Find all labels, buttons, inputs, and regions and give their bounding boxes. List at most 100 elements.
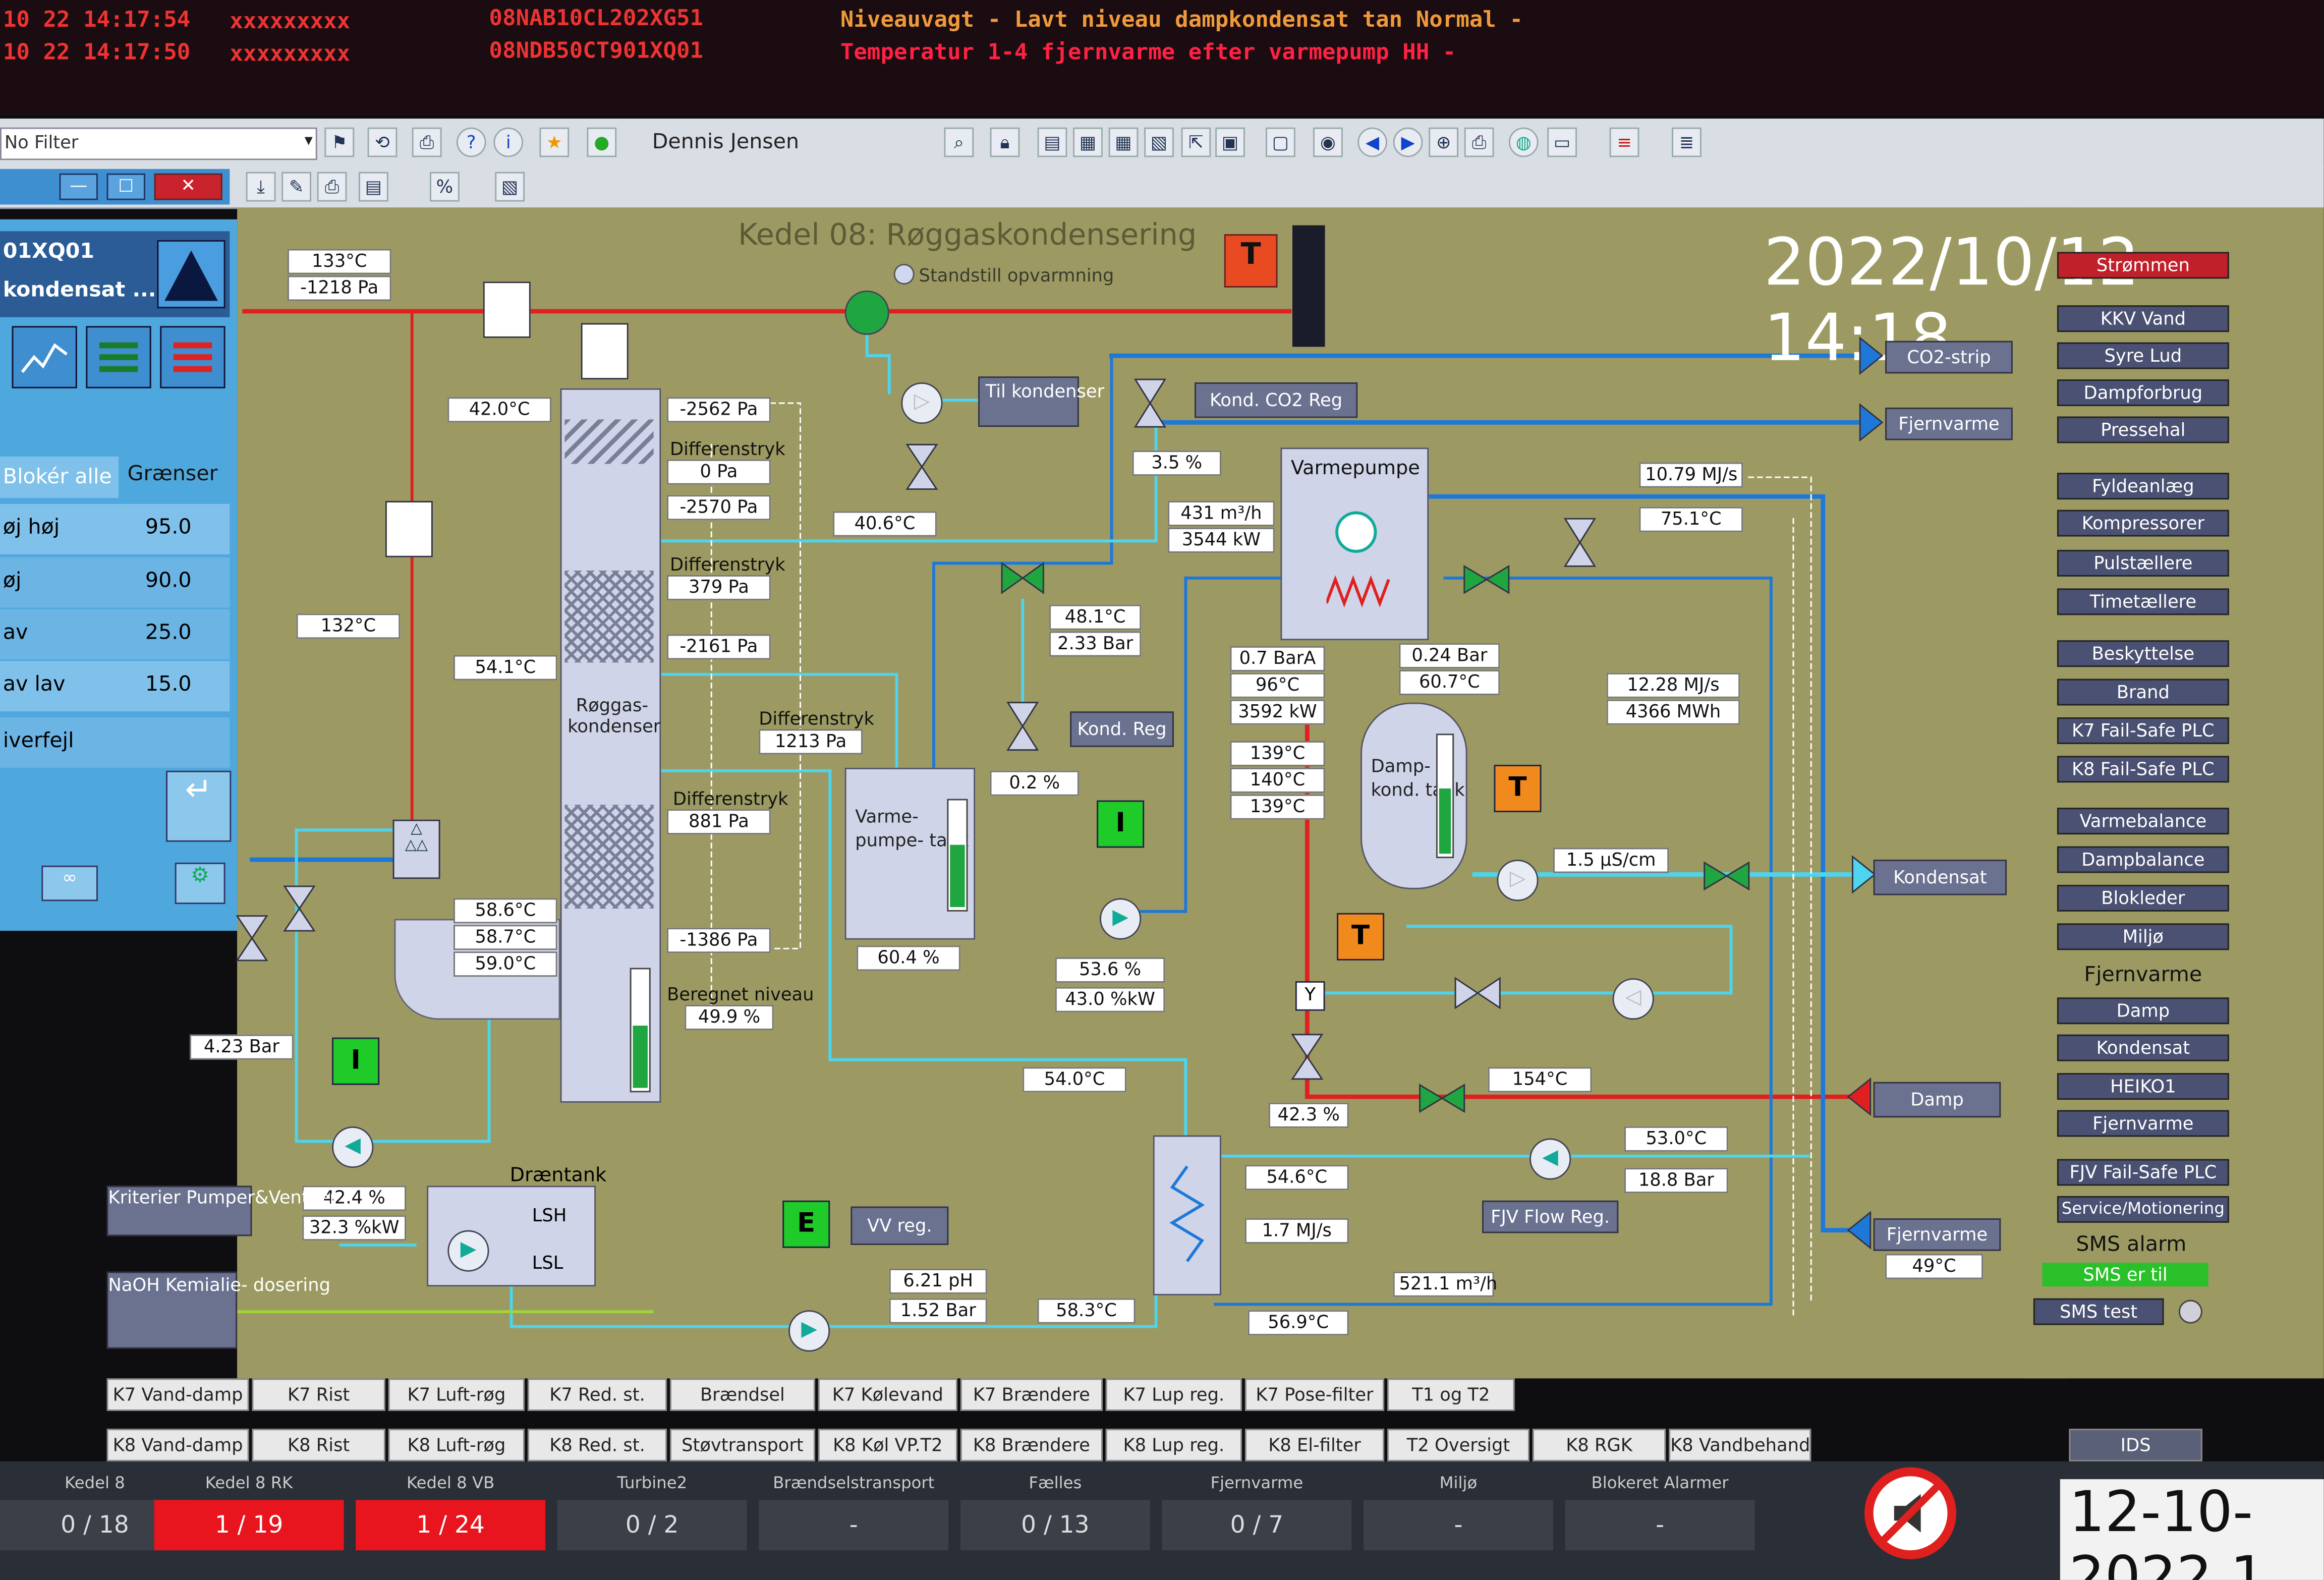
tab-k8[interactable]: K8 Vandbehand <box>1669 1429 1811 1461</box>
instrument-icon[interactable]: E <box>782 1200 830 1248</box>
menu-item[interactable]: Fyldeanlæg <box>2057 473 2229 500</box>
valve-icon <box>1006 702 1039 751</box>
counter-value: 0 / 7 <box>1162 1500 1352 1551</box>
value-box: 40.6°C <box>833 511 937 537</box>
tab-k8[interactable]: Støvtransport <box>669 1429 815 1461</box>
mute-icon[interactable] <box>1864 1467 1957 1559</box>
value-box: 0.2 % <box>990 770 1079 796</box>
menu-item[interactable]: KKV Vand <box>2057 305 2229 332</box>
menu-item[interactable]: K8 Fail-Safe PLC <box>2057 756 2229 783</box>
tab-k7[interactable]: Brændsel <box>669 1378 815 1411</box>
temp-transmitter-icon[interactable]: T <box>1494 765 1542 813</box>
menu-strommen[interactable]: Strømmen <box>2057 252 2229 279</box>
diff-label: Differenstryk <box>759 708 874 729</box>
value-box: 1213 Pa <box>759 729 863 755</box>
fjv-flow-button[interactable]: FJV Flow Reg. <box>1482 1200 1619 1233</box>
counter-title: Kedel 8 VB <box>407 1473 495 1493</box>
damper-icon[interactable] <box>385 501 433 557</box>
sms-lamp <box>2178 1300 2202 1324</box>
criteria-button[interactable]: Kriterier Pumper&Ventiler <box>106 1186 337 1236</box>
menu-item[interactable]: FJV Fail-Safe PLC <box>2057 1159 2229 1186</box>
tab-k7[interactable]: K7 Red. st. <box>527 1378 667 1411</box>
counter-value: - <box>1565 1500 1755 1551</box>
fjernvarme-header: Fjernvarme <box>2084 963 2202 987</box>
tab-k7[interactable]: K7 Pose-filter <box>1244 1378 1385 1411</box>
tab-k8[interactable]: T2 Oversigt <box>1387 1429 1530 1461</box>
value-box: 53.6 % <box>1055 957 1165 983</box>
vv-reg-button[interactable]: VV reg. <box>851 1206 949 1245</box>
menu-item[interactable]: Kondensat <box>2057 1034 2229 1061</box>
to-condenser-button[interactable]: Til kondenser <box>978 376 1104 427</box>
tab-k8[interactable]: K8 Brændere <box>960 1429 1103 1461</box>
menu-item[interactable]: Brand <box>2057 679 2229 706</box>
alarm-counter[interactable]: Fælles 0 / 13 <box>960 1468 1150 1559</box>
condensate-button[interactable]: Kondensat <box>1873 860 2007 895</box>
tab-k7[interactable]: K7 Brændere <box>960 1378 1103 1411</box>
value-box: 133°C <box>287 249 391 274</box>
menu-item[interactable]: Blokleder <box>2057 884 2229 912</box>
tab-k8[interactable]: K8 RGK <box>1532 1429 1666 1461</box>
value-box: 53.0°C <box>1624 1126 1728 1152</box>
co2-strip-button[interactable]: CO2-strip <box>1885 341 2013 374</box>
tab-k7[interactable]: T1 og T2 <box>1387 1378 1515 1411</box>
counter-value: - <box>1363 1500 1554 1551</box>
tab-k8[interactable]: K8 Vand-damp <box>106 1429 249 1461</box>
menu-item[interactable]: Service/Motionering <box>2057 1196 2229 1223</box>
naoh-button[interactable]: NaOH Kemialie- dosering <box>106 1271 330 1349</box>
counter-value: - <box>759 1500 949 1551</box>
menu-item[interactable]: Kompressorer <box>2057 510 2229 537</box>
counter-title: Fjernvarme <box>1210 1473 1303 1493</box>
tab-k8[interactable]: K8 Red. st. <box>527 1429 667 1461</box>
menu-item[interactable]: Damp <box>2057 997 2229 1025</box>
value-box: 58.3°C <box>1037 1298 1136 1324</box>
value-box: 132°C <box>296 613 401 639</box>
tab-k7[interactable]: K7 Lup reg. <box>1105 1378 1242 1411</box>
tab-k8[interactable]: K8 El-filter <box>1244 1429 1385 1461</box>
district-heating-out-button[interactable]: Fjernvarme <box>1885 407 2013 440</box>
alarm-counter[interactable]: Fjernvarme 0 / 7 <box>1162 1468 1352 1559</box>
value-box: 3544 kW <box>1168 527 1275 553</box>
alarm-counter[interactable]: Kedel 8 RK 1 / 19 <box>154 1468 344 1559</box>
tab-k7[interactable]: K7 Rist <box>252 1378 385 1411</box>
alarm-counter[interactable]: Miljø - <box>1363 1468 1554 1559</box>
tab-k7[interactable]: K7 Kølevand <box>818 1378 957 1411</box>
temp-transmitter-icon[interactable]: T <box>1337 913 1385 961</box>
tab-k8[interactable]: K8 Lup reg. <box>1105 1429 1242 1461</box>
menu-item[interactable]: Beskyttelse <box>2057 640 2229 667</box>
tab-k8[interactable]: K8 Luft-røg <box>388 1429 525 1461</box>
menu-item[interactable]: K7 Fail-Safe PLC <box>2057 717 2229 744</box>
menu-item[interactable]: Dampforbrug <box>2057 379 2229 407</box>
menu-item[interactable]: HEIKO1 <box>2057 1073 2229 1100</box>
damper-icon[interactable] <box>483 281 531 338</box>
value-box: 10.79 MJ/s <box>1639 462 1743 488</box>
alarm-counter[interactable]: Kedel 8 VB 1 / 24 <box>356 1468 546 1559</box>
district-heating-in-button[interactable]: Fjernvarme <box>1873 1218 2001 1251</box>
cond-reg-button[interactable]: Kond. Reg <box>1070 711 1174 747</box>
damper-icon[interactable] <box>581 323 629 380</box>
menu-item[interactable]: Dampbalance <box>2057 846 2229 873</box>
value-box: 58.6°C <box>454 898 557 924</box>
sms-test-button[interactable]: SMS test <box>2033 1298 2164 1325</box>
alarm-counter[interactable]: Blokeret Alarmer - <box>1565 1468 1755 1559</box>
tab-k7[interactable]: K7 Luft-røg <box>388 1378 525 1411</box>
menu-item[interactable]: Pressehal <box>2057 416 2229 443</box>
ids-tab[interactable]: IDS <box>2069 1429 2202 1461</box>
alarm-counter[interactable]: Turbine2 0 / 2 <box>557 1468 747 1559</box>
menu-item[interactable]: Miljø <box>2057 923 2229 950</box>
steam-button[interactable]: Damp <box>1873 1082 2001 1118</box>
instrument-icon[interactable]: I <box>1097 800 1145 848</box>
co2-reg-button[interactable]: Kond. CO2 Reg <box>1195 382 1358 418</box>
alarm-counter[interactable]: Brændselstransport - <box>759 1468 949 1559</box>
tab-k8[interactable]: K8 Rist <box>252 1429 385 1461</box>
menu-item[interactable]: Timetællere <box>2057 588 2229 615</box>
counter-title: Brændselstransport <box>773 1473 935 1493</box>
value-box: 59.0°C <box>454 951 557 977</box>
menu-item[interactable]: Pulstællere <box>2057 549 2229 577</box>
tab-k7[interactable]: K7 Vand-damp <box>106 1378 249 1411</box>
tab-k8[interactable]: K8 Køl VP.T2 <box>818 1429 957 1461</box>
menu-item[interactable]: Fjernvarme <box>2057 1110 2229 1137</box>
menu-item[interactable]: Varmebalance <box>2057 808 2229 835</box>
instrument-icon[interactable]: I <box>332 1037 380 1085</box>
value-box: 56.9°C <box>1248 1310 1349 1336</box>
menu-item[interactable]: Syre Lud <box>2057 342 2229 369</box>
